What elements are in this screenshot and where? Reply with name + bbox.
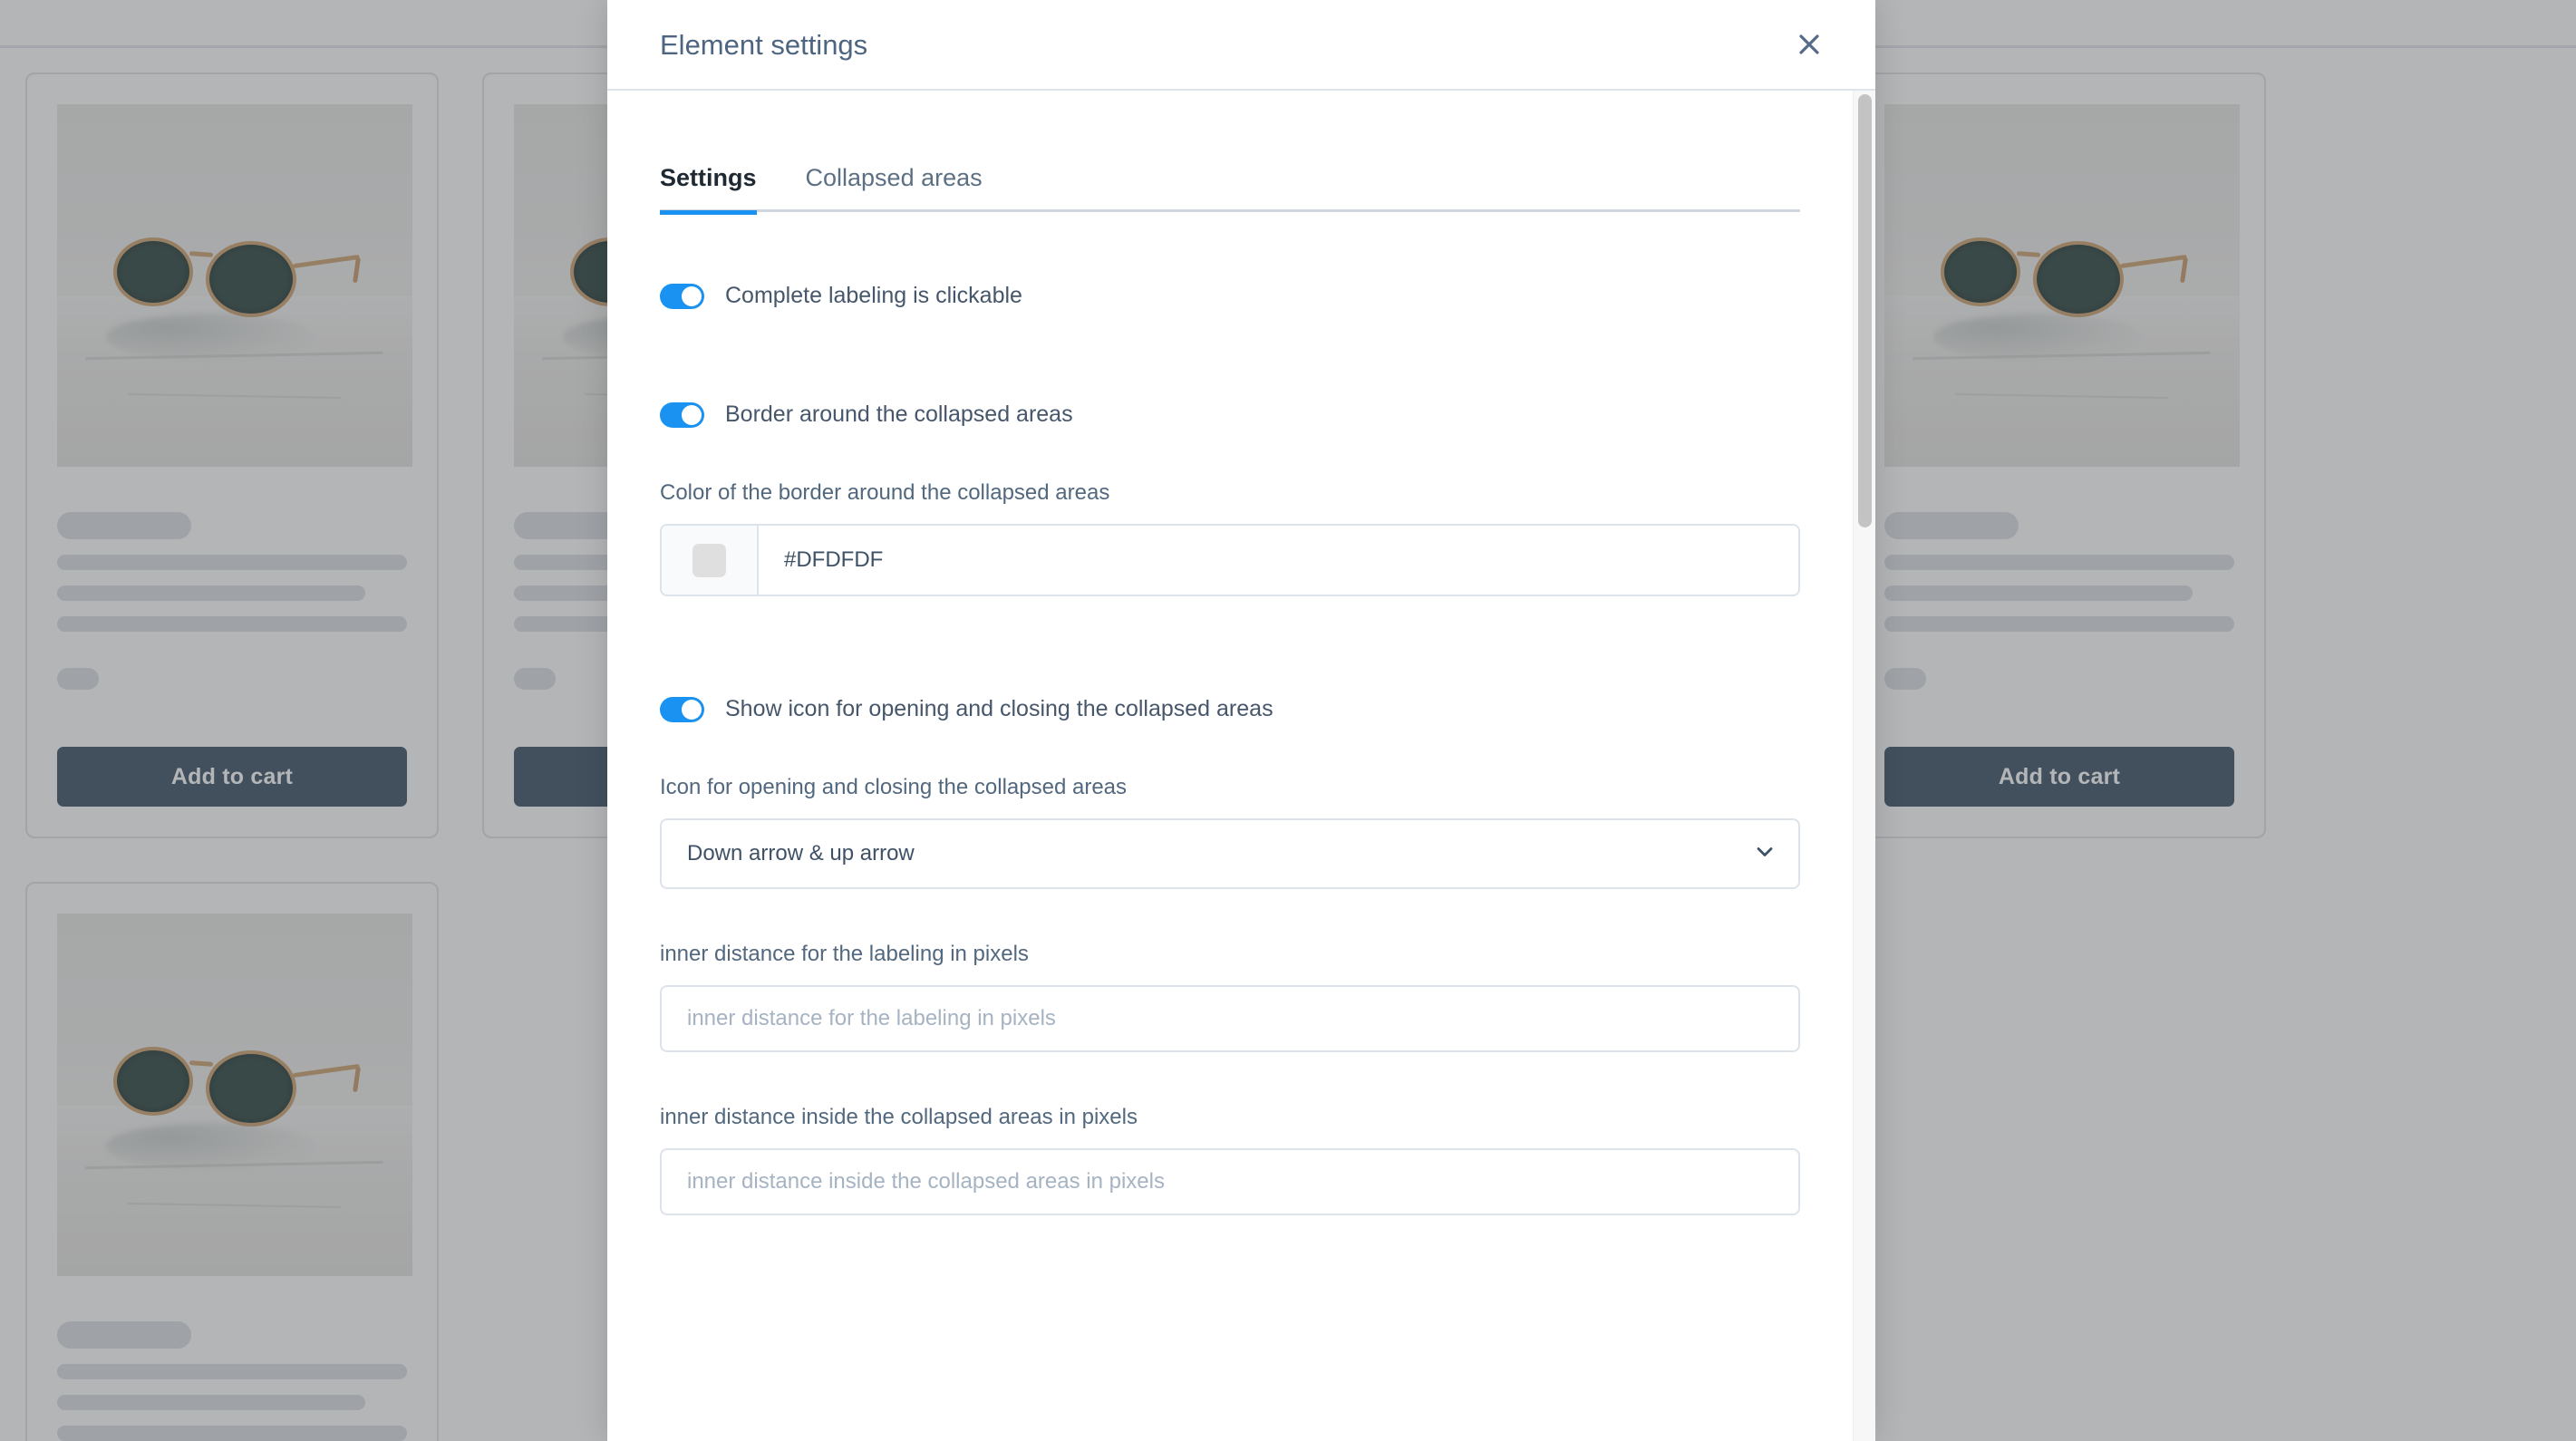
toggle-knob (682, 285, 702, 306)
border-color-input[interactable] (759, 526, 1798, 595)
tab-settings[interactable]: Settings (660, 164, 757, 215)
toggle-knob (682, 404, 702, 425)
icon-select[interactable]: Down arrow & up arrow (660, 818, 1800, 889)
modal-body: Settings Collapsed areas Complete labeli… (607, 91, 1875, 1441)
close-button[interactable] (1785, 20, 1834, 69)
color-picker-combo (660, 524, 1800, 596)
settings-form: Settings Collapsed areas Complete labeli… (607, 91, 1853, 1215)
inner-distance-labeling-input[interactable] (660, 985, 1800, 1052)
color-swatch-button[interactable] (662, 526, 759, 595)
field-border-color: Color of the border around the collapsed… (660, 480, 1800, 596)
toggle-label: Show icon for opening and closing the co… (725, 696, 1273, 721)
modal-scrollbar-thumb[interactable] (1858, 94, 1872, 527)
field-label: inner distance inside the collapsed area… (660, 1105, 1138, 1129)
field-complete-labeling-clickable: Complete labeling is clickable (660, 283, 1800, 309)
field-inner-distance-collapsed: inner distance inside the collapsed area… (660, 1105, 1800, 1215)
field-icon-open-close: Icon for opening and closing the collaps… (660, 775, 1800, 889)
icon-select-wrapper: Down arrow & up arrow (660, 818, 1800, 889)
screen: Add to cart Add to cart Element settings… (0, 0, 2576, 1441)
field-inner-distance-labeling: inner distance for the labeling in pixel… (660, 942, 1800, 1052)
field-border-around-collapsed: Border around the collapsed areas (660, 401, 1800, 428)
field-show-icon-open-close: Show icon for opening and closing the co… (660, 696, 1800, 722)
toggle-show-icon-open-close[interactable] (660, 696, 704, 722)
toggle-label: Complete labeling is clickable (725, 283, 1022, 308)
toggle-knob (682, 699, 702, 720)
field-label: Icon for opening and closing the collaps… (660, 775, 1128, 799)
toggle-label: Border around the collapsed areas (725, 401, 1073, 427)
inner-distance-collapsed-input[interactable] (660, 1148, 1800, 1215)
field-label: Color of the border around the collapsed… (660, 480, 1110, 505)
page-title: Element settings (660, 28, 868, 61)
field-label: inner distance for the labeling in pixel… (660, 942, 1029, 966)
modal-scrollbar-track[interactable] (1853, 91, 1875, 1441)
color-swatch-preview (692, 543, 726, 577)
tab-collapsed-areas[interactable]: Collapsed areas (806, 164, 983, 212)
modal-tabs: Settings Collapsed areas (660, 161, 1800, 215)
icon-select-value: Down arrow & up arrow (687, 841, 915, 866)
modal-header: Element settings (607, 0, 1875, 91)
toggle-complete-labeling-clickable[interactable] (660, 283, 704, 309)
toggle-border-around-collapsed-areas[interactable] (660, 401, 704, 428)
element-settings-modal: Element settings Settings Collapsed area… (607, 0, 1875, 1441)
close-icon (1796, 32, 1822, 57)
